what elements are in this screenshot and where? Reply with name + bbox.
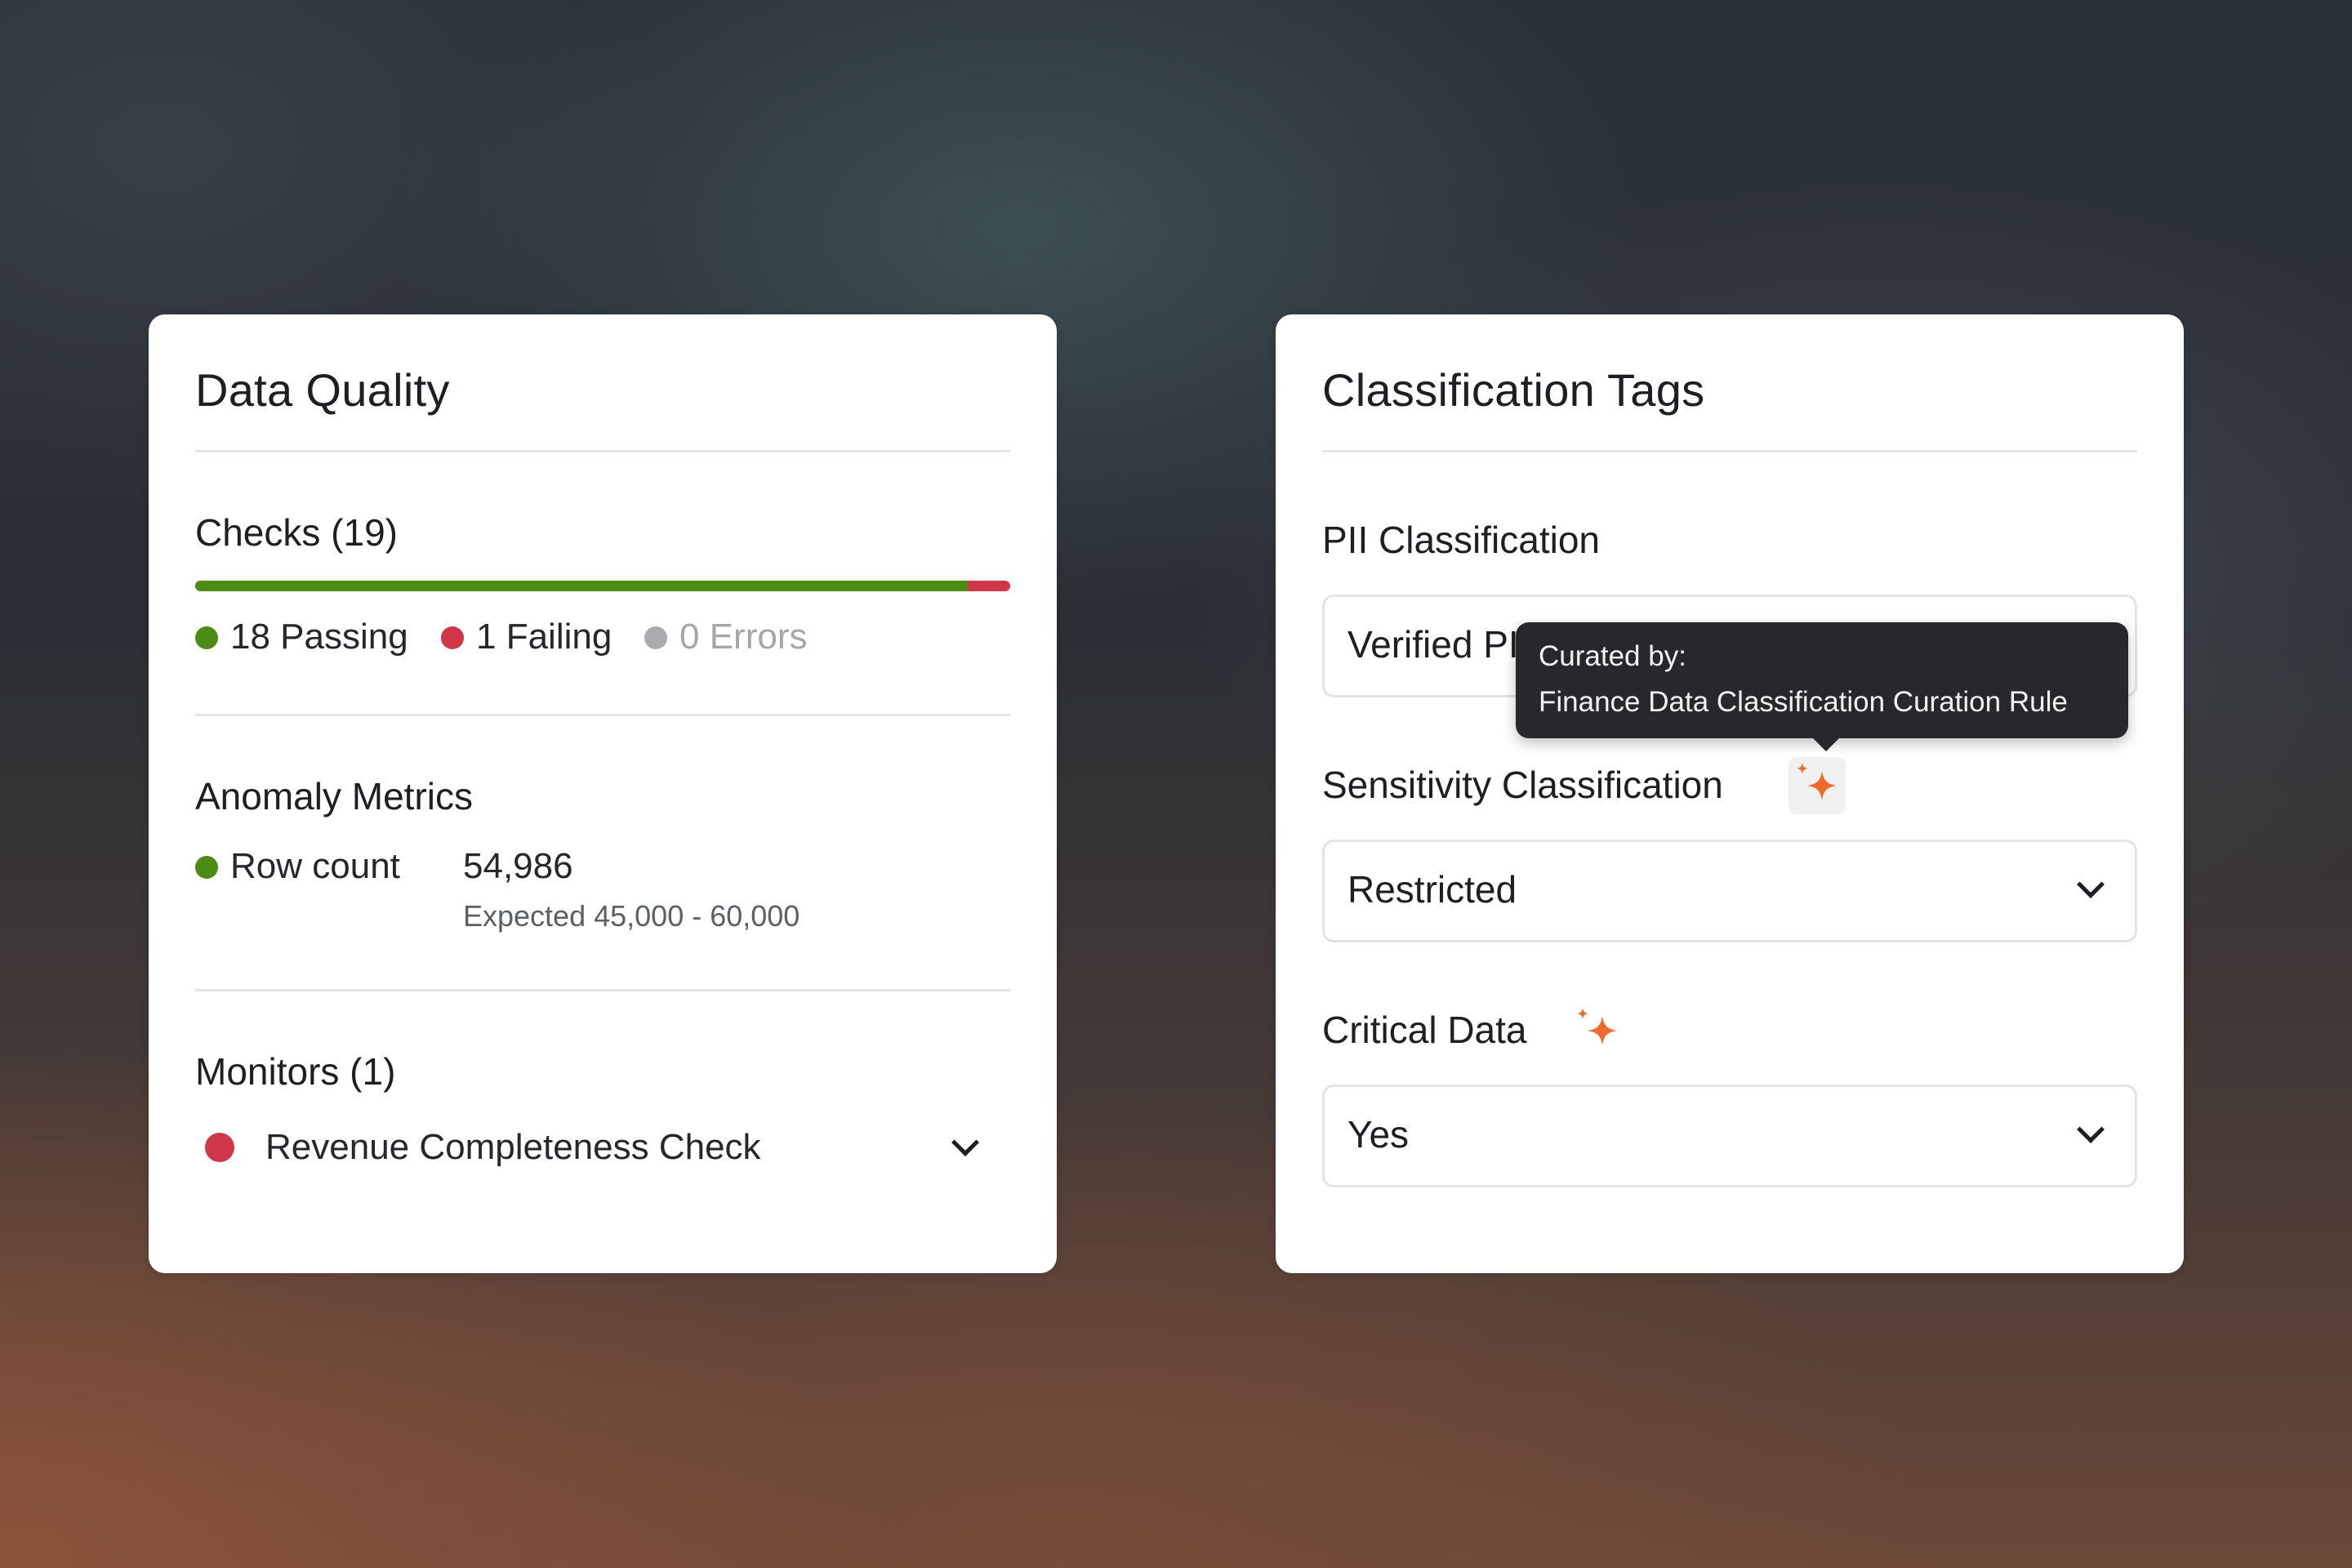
- divider: [195, 450, 1010, 452]
- row-count-expected-range: Expected 45,000 - 60,000: [463, 899, 800, 933]
- sensitivity-classification-value: Restricted: [1348, 868, 1517, 911]
- anomaly-metrics-title: Anomaly Metrics: [195, 775, 473, 817]
- sensitivity-classification-label: Sensitivity Classification: [1322, 764, 1723, 806]
- critical-data-label: Critical Data: [1322, 1009, 1527, 1051]
- failing-count: 1 Failing: [476, 617, 612, 657]
- chevron-down-icon: [2077, 871, 2105, 898]
- curated-by-tooltip: Curated by: Finance Data Classification …: [1516, 622, 2128, 751]
- failing-status-dot: [441, 626, 464, 649]
- sensitivity-classification-select[interactable]: Restricted: [1322, 840, 2137, 942]
- monitor-name: Revenue Completeness Check: [265, 1127, 761, 1167]
- critical-data-value: Yes: [1348, 1113, 1410, 1156]
- passing-status-dot: [195, 626, 218, 649]
- errors-status-dot: [644, 626, 667, 649]
- pii-classification-value: Verified PII: [1348, 623, 1530, 666]
- checks-title: Checks (19): [195, 511, 398, 554]
- critical-data-select[interactable]: Yes: [1322, 1085, 2137, 1187]
- pii-classification-label: PII Classification: [1322, 519, 1601, 561]
- chevron-down-icon[interactable]: [951, 1129, 979, 1156]
- monitors-title: Monitors (1): [195, 1050, 396, 1093]
- tooltip-heading: Curated by:: [1539, 640, 1686, 672]
- passing-count: 18 Passing: [230, 617, 408, 657]
- card-title: Data Quality: [195, 364, 450, 416]
- data-quality-card: Data Quality Checks (19) 18 Passing 1 Fa…: [149, 314, 1057, 1273]
- monitor-item[interactable]: Revenue Completeness Check: [195, 1098, 1010, 1196]
- sparkle-icon[interactable]: [1568, 1001, 1627, 1060]
- tooltip-rule-name: Finance Data Classification Curation Rul…: [1539, 686, 2068, 718]
- divider: [195, 989, 1010, 991]
- row-count-label: Row count: [230, 846, 400, 886]
- divider: [1322, 450, 2137, 452]
- sparkle-icon: [1797, 763, 1837, 800]
- errors-count: 0 Errors: [679, 617, 808, 657]
- divider: [195, 714, 1010, 716]
- checks-progress-fill: [195, 581, 968, 591]
- classification-tags-card: Classification Tags PII Classification V…: [1276, 314, 2184, 1273]
- checks-progress-bar: [195, 581, 1010, 591]
- chevron-down-icon: [2077, 1116, 2105, 1143]
- monitor-failing-dot: [205, 1133, 234, 1162]
- sparkle-icon-hover-bg[interactable]: [1788, 757, 1846, 814]
- row-count-status-dot: [195, 856, 218, 879]
- card-title: Classification Tags: [1322, 364, 1705, 416]
- row-count-value: 54,986: [463, 846, 573, 886]
